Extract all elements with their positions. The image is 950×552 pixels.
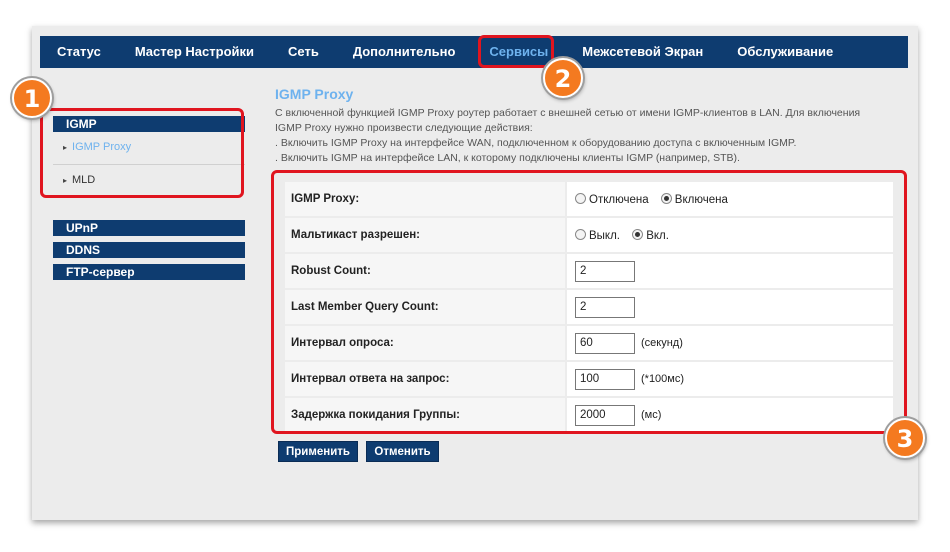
sidebar-item-mld[interactable]: ▸ MLD: [53, 165, 245, 195]
sidebar-section-ftp[interactable]: FTP-сервер: [53, 264, 245, 280]
nav-status[interactable]: Статус: [40, 36, 118, 68]
table-row: Интервал опроса: 60 (секунд): [283, 324, 895, 362]
description-line: . Включить IGMP Proxy на интерфейсе WAN,…: [275, 137, 797, 149]
query-response-interval-input[interactable]: 100: [575, 368, 635, 390]
description-line: IGMP Proxy нужно произвести следующие де…: [275, 122, 533, 134]
sidebar: IGMP ▸ IGMP Proxy ▸ MLD: [53, 116, 245, 195]
bullet-icon: ▸: [63, 176, 68, 185]
table-row: Robust Count: 2: [283, 252, 895, 290]
radio-label: Включена: [674, 193, 728, 206]
description-line: . Включить IGMP на интерфейсе LAN, к кот…: [275, 152, 740, 164]
step-badge-3: 3: [885, 418, 925, 458]
group-leave-delay-cell: 2000 (мс): [565, 396, 895, 434]
multicast-off-radio[interactable]: [575, 228, 586, 240]
table-row: Last Member Query Count: 2: [283, 288, 895, 326]
query-interval-cell: 60 (секунд): [565, 324, 895, 362]
top-navigation: Статус Мастер Настройки Сеть Дополнитель…: [40, 36, 908, 68]
igmp-proxy-off-radio[interactable]: [575, 192, 586, 204]
sidebar-section-label: DDNS: [53, 242, 245, 258]
unit-label: (секунд): [641, 337, 683, 350]
robust-count-input[interactable]: 2: [575, 260, 635, 282]
igmp-proxy-options: Отключена Включена: [565, 180, 895, 218]
query-response-interval-label: Интервал ответа на запрос:: [283, 360, 567, 398]
table-row: Мальтикаст разрешен: Выкл. Вкл.: [283, 216, 895, 254]
nav-setup-wizard[interactable]: Мастер Настройки: [118, 36, 271, 68]
sidebar-item-igmp-proxy[interactable]: ▸ IGMP Proxy: [53, 132, 245, 162]
query-interval-label: Интервал опроса:: [283, 324, 567, 362]
apply-button[interactable]: Применить: [278, 441, 358, 462]
radio-label: Выкл.: [589, 229, 621, 242]
sidebar-section-upnp[interactable]: UPnP: [53, 220, 245, 236]
multicast-options: Выкл. Вкл.: [565, 216, 895, 254]
sidebar-section-igmp[interactable]: IGMP: [53, 116, 245, 132]
query-response-interval-cell: 100 (*100мс): [565, 360, 895, 398]
last-member-query-count-cell: 2: [565, 288, 895, 326]
last-member-query-count-label: Last Member Query Count:: [283, 288, 567, 326]
nav-maintenance[interactable]: Обслуживание: [720, 36, 850, 68]
nav-network[interactable]: Сеть: [271, 36, 336, 68]
robust-count-label: Robust Count:: [283, 252, 567, 290]
multicast-label: Мальтикаст разрешен:: [283, 216, 567, 254]
table-row: Задержка покидания Группы: 2000 (мс): [283, 396, 895, 434]
igmp-proxy-label: IGMP Proxy:: [283, 180, 567, 218]
bullet-icon: ▸: [63, 143, 68, 152]
sidebar-item-label: MLD: [72, 174, 96, 186]
group-leave-delay-input[interactable]: 2000: [575, 404, 635, 426]
unit-label: (*100мс): [641, 373, 685, 386]
sidebar-section-label: FTP-сервер: [53, 264, 245, 280]
multicast-on-radio[interactable]: [632, 228, 644, 240]
table-row: Интервал ответа на запрос: 100 (*100мс): [283, 360, 895, 398]
igmp-settings-table: IGMP Proxy: Отключена Включена Мальтикас…: [283, 180, 895, 434]
nav-firewall[interactable]: Межсетевой Экран: [565, 36, 720, 68]
table-row: IGMP Proxy: Отключена Включена: [283, 180, 895, 218]
sidebar-section-label: UPnP: [53, 220, 245, 236]
unit-label: (мс): [641, 409, 662, 422]
radio-label: Вкл.: [646, 229, 669, 242]
cancel-button[interactable]: Отменить: [366, 441, 439, 462]
page-title: IGMP Proxy: [275, 86, 354, 102]
nav-advanced[interactable]: Дополнительно: [336, 36, 473, 68]
description-line: С включенной функцией IGMP Proxy роутер …: [275, 107, 861, 119]
last-member-query-count-input[interactable]: 2: [575, 296, 635, 318]
page-description: С включенной функцией IGMP Proxy роутер …: [275, 106, 895, 166]
step-badge-2: 2: [543, 58, 583, 98]
group-leave-delay-label: Задержка покидания Группы:: [283, 396, 567, 434]
igmp-proxy-on-radio[interactable]: [660, 192, 672, 204]
radio-label: Отключена: [589, 193, 649, 206]
query-interval-input[interactable]: 60: [575, 332, 635, 354]
step-badge-1: 1: [12, 78, 52, 118]
sidebar-section-ddns[interactable]: DDNS: [53, 242, 245, 258]
main-content: IGMP Proxy С включенной функцией IGMP Pr…: [275, 86, 895, 166]
sidebar-item-label: IGMP Proxy: [72, 141, 132, 153]
robust-count-cell: 2: [565, 252, 895, 290]
